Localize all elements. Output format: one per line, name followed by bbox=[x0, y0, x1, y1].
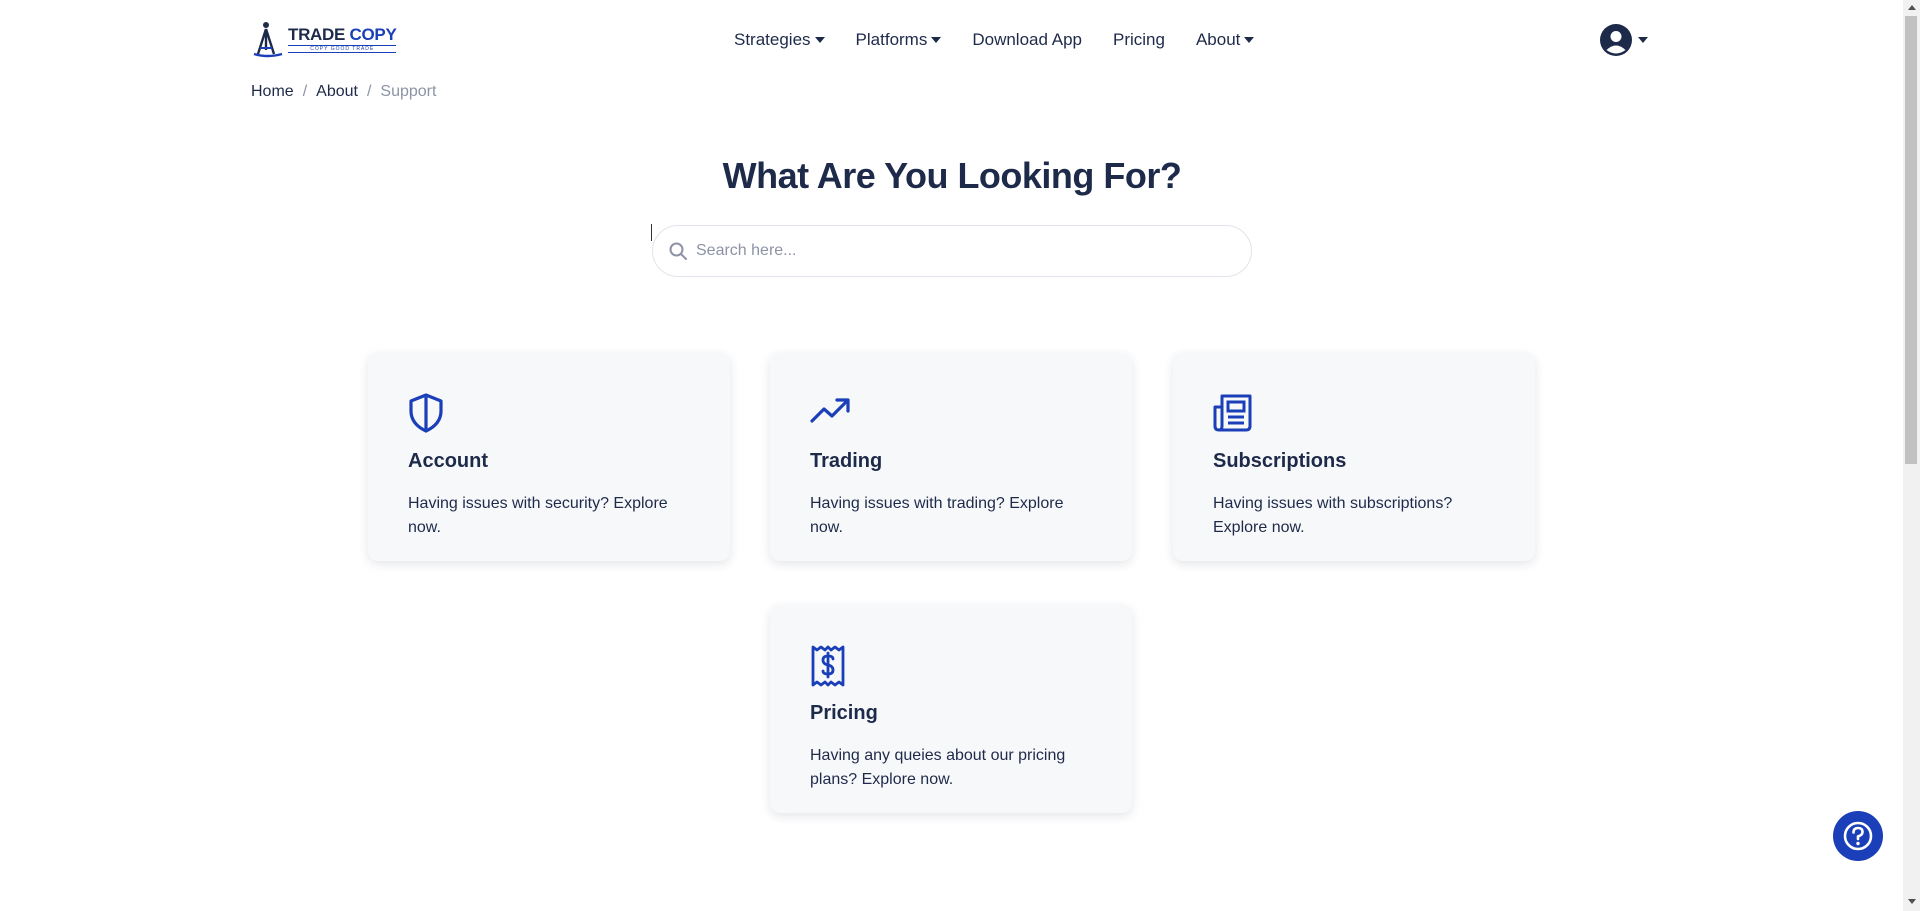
site-header: TRADE COPY COPY GOOD TRADE Strategies Pl… bbox=[0, 0, 1900, 80]
shield-icon bbox=[409, 393, 443, 433]
card-description: Having any queies about our pricing plan… bbox=[810, 747, 1066, 788]
receipt-dollar-icon bbox=[811, 645, 845, 687]
card-title: Pricing bbox=[810, 702, 878, 724]
card-description: Having issues with subscriptions? Explor… bbox=[1213, 495, 1453, 536]
search-icon bbox=[669, 242, 687, 260]
search-box[interactable] bbox=[652, 225, 1252, 277]
question-circle-icon bbox=[1843, 821, 1873, 851]
nav-about-label: About bbox=[1195, 30, 1241, 49]
card-title: Subscriptions bbox=[1213, 450, 1347, 472]
card-account[interactable]: Account Having issues with security? Exp… bbox=[368, 353, 730, 561]
user-circle-icon bbox=[1600, 24, 1632, 56]
breadcrumb-home[interactable]: Home bbox=[251, 83, 294, 101]
caret-down-icon bbox=[931, 37, 942, 43]
caret-down-icon bbox=[1638, 37, 1648, 43]
card-icon-wrap bbox=[408, 393, 690, 437]
logo-mark-icon bbox=[253, 22, 283, 58]
scrollbar-thumb[interactable] bbox=[1905, 16, 1917, 464]
card-icon-wrap bbox=[1213, 393, 1495, 437]
breadcrumb-about[interactable]: About bbox=[316, 83, 358, 101]
newspaper-icon bbox=[1213, 394, 1252, 432]
trending-up-icon bbox=[810, 398, 850, 423]
card-title: Trading bbox=[810, 450, 883, 472]
card-description: Having issues with trading? Explore now. bbox=[810, 495, 1064, 536]
logo-title: TRADE COPY bbox=[288, 24, 397, 44]
caret-down-icon bbox=[1244, 37, 1255, 43]
scroll-up-arrow-icon[interactable] bbox=[1908, 5, 1916, 10]
text-cursor bbox=[651, 224, 652, 241]
caret-down-icon bbox=[814, 37, 825, 43]
card-pricing[interactable]: Pricing Having any queies about our pric… bbox=[770, 605, 1132, 813]
nav-pricing-label: Pricing bbox=[1112, 30, 1165, 49]
search-input[interactable] bbox=[696, 242, 1216, 260]
nav-pricing[interactable]: Pricing bbox=[1113, 28, 1165, 52]
nav-strategies[interactable]: Strategies bbox=[734, 28, 825, 52]
card-title: Account bbox=[408, 450, 488, 472]
main-nav: Strategies Platforms Download App Pricin… bbox=[734, 28, 1285, 52]
nav-platforms-label: Platforms bbox=[855, 30, 928, 49]
breadcrumb: Home / About / Support bbox=[251, 83, 436, 101]
logo-tagline: COPY GOOD TRADE bbox=[288, 44, 397, 53]
breadcrumb-support: Support bbox=[380, 83, 437, 100]
nav-about[interactable]: About bbox=[1195, 28, 1255, 52]
page-title: What Are You Looking For? bbox=[722, 155, 1182, 196]
card-icon-wrap bbox=[810, 645, 1092, 689]
scroll-down-arrow-icon[interactable] bbox=[1908, 899, 1916, 904]
user-menu[interactable] bbox=[1600, 24, 1648, 56]
nav-download-app[interactable]: Download App bbox=[972, 28, 1082, 52]
card-trading[interactable]: Trading Having issues with trading? Expl… bbox=[770, 353, 1132, 561]
nav-strategies-label: Strategies bbox=[734, 30, 811, 49]
nav-platforms[interactable]: Platforms bbox=[856, 28, 942, 52]
card-icon-wrap bbox=[810, 393, 1092, 437]
help-button[interactable] bbox=[1833, 811, 1883, 861]
brand-logo[interactable]: TRADE COPY COPY GOOD TRADE bbox=[252, 20, 397, 58]
breadcrumb-separator: / bbox=[366, 83, 372, 100]
breadcrumb-separator: / bbox=[302, 83, 308, 100]
logo-text: TRADE COPY COPY GOOD TRADE bbox=[288, 24, 397, 53]
card-description: Having issues with security? Explore now… bbox=[408, 495, 668, 536]
card-subscriptions[interactable]: Subscriptions Having issues with subscri… bbox=[1173, 353, 1535, 561]
nav-download-app-label: Download App bbox=[972, 30, 1082, 49]
